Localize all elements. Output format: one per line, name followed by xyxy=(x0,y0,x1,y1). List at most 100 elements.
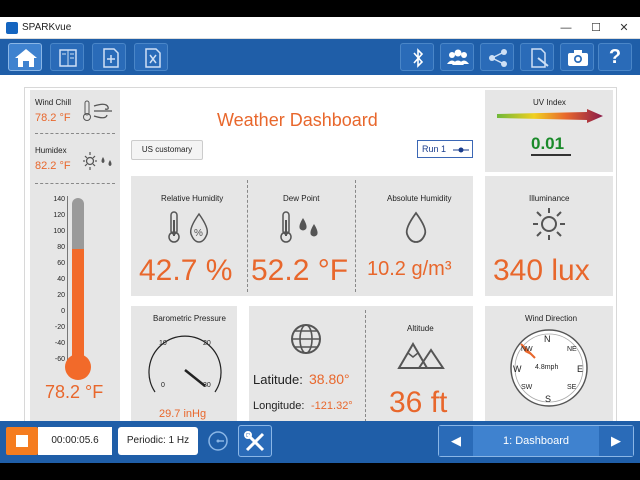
uv-value: 0.01 xyxy=(531,134,565,153)
elapsed-time: 00:00:05.6 xyxy=(38,427,112,455)
uv-underline xyxy=(531,154,571,156)
barometric-value: 29.7 inHg xyxy=(159,408,207,420)
humidex-icon xyxy=(83,152,112,170)
sampling-options-button[interactable] xyxy=(204,427,232,455)
altitude-value: 36 ft xyxy=(389,386,448,419)
run-selector[interactable]: Run 1 xyxy=(417,140,473,158)
app-window: SPARKvue — ☐ ✕ ? Wind Chill 78.2 °F Humi… xyxy=(0,17,640,463)
mountain-icon xyxy=(397,342,445,369)
add-page-icon xyxy=(103,48,119,68)
share-button[interactable] xyxy=(480,43,514,71)
wind-chill-label: Wind Chill xyxy=(35,98,72,107)
divider xyxy=(35,133,115,134)
title-bar: SPARKvue — ☐ ✕ xyxy=(0,17,640,39)
group-icon xyxy=(447,49,469,65)
divider xyxy=(365,310,366,422)
thermo-tick: 80 xyxy=(57,244,65,251)
dashboard-title: Weather Dashboard xyxy=(217,110,378,130)
dashboard-page: Wind Chill 78.2 °F Humidex 82.2 °F 140 1… xyxy=(24,87,617,428)
compass-nw: NW xyxy=(521,346,533,353)
compass-w: W xyxy=(513,364,522,374)
sampling-rate-button[interactable]: Periodic: 1 Hz xyxy=(118,427,198,455)
thermo-tick: 60 xyxy=(57,260,65,267)
thermo-tick: -60 xyxy=(54,356,65,363)
wind-direction-card: Wind Direction N NE E SE S SW W NW 4.8mp… xyxy=(485,306,613,426)
temperature-value: 78.2 °F xyxy=(45,382,104,402)
gauge-tick: 30 xyxy=(203,382,211,389)
tools-button[interactable] xyxy=(238,425,272,457)
window-title: SPARKvue xyxy=(22,22,72,33)
illuminance-label: Illuminance xyxy=(529,194,570,203)
humidex-label: Humidex xyxy=(35,146,67,155)
divider xyxy=(355,180,356,292)
main-toolbar: ? xyxy=(0,39,640,75)
gauge-tick: 20 xyxy=(203,340,211,347)
uv-card: UV Index 0.01 xyxy=(485,90,613,172)
longitude-label: Longitude: xyxy=(253,400,305,412)
compass-e: E xyxy=(577,364,584,374)
uv-label: UV Index xyxy=(533,98,566,107)
gauge-tick: 10 xyxy=(159,340,167,347)
bottom-bar: 00:00:05.6 Periodic: 1 Hz ◀ 1: Dashboard… xyxy=(0,421,640,463)
globe-icon xyxy=(291,324,321,354)
thermometer-bulb xyxy=(65,354,91,380)
thermometer-fill xyxy=(72,249,84,362)
gauge-needle xyxy=(184,369,206,387)
chevron-right-icon: ▶ xyxy=(611,433,621,448)
help-button[interactable]: ? xyxy=(598,43,632,71)
thermo-tick: 100 xyxy=(53,228,65,235)
previous-page-button[interactable]: ◀ xyxy=(439,426,473,456)
humidity-card: Relative Humidity % 42.7 % Dew Point 52.… xyxy=(131,176,473,296)
wind-chill-icon xyxy=(83,100,112,121)
thermo-tick: 40 xyxy=(57,276,65,283)
units-button[interactable]: US customary xyxy=(131,140,203,160)
thermo-tick: -40 xyxy=(54,340,65,347)
camera-button[interactable] xyxy=(560,43,594,71)
thermo-axis xyxy=(67,196,68,368)
gauge-tick: 0 xyxy=(161,382,165,389)
humidex-value: 82.2 °F xyxy=(35,160,71,172)
latitude-label: Latitude: xyxy=(253,372,303,387)
humidity-percent-icon: % xyxy=(168,211,209,243)
maximize-button[interactable]: ☐ xyxy=(584,19,608,37)
divider xyxy=(35,183,115,184)
water-drop-icon xyxy=(405,211,427,243)
minimize-button[interactable]: — xyxy=(554,19,578,37)
sun-icon xyxy=(533,208,565,240)
uv-scale-arrow xyxy=(497,109,603,123)
thermo-tick: 20 xyxy=(57,292,65,299)
next-page-button[interactable]: ▶ xyxy=(599,426,633,456)
app-icon xyxy=(6,22,18,34)
dew-point-icon xyxy=(280,211,318,243)
export-excel-button[interactable] xyxy=(134,43,168,71)
barometric-label: Barometric Pressure xyxy=(153,314,226,323)
altitude-label: Altitude xyxy=(407,324,434,333)
compass-se: SE xyxy=(567,384,577,391)
left-panel: Wind Chill 78.2 °F Humidex 82.2 °F 140 1… xyxy=(30,90,120,426)
share-icon xyxy=(489,49,507,67)
wind-chill-value: 78.2 °F xyxy=(35,112,71,124)
compass-ne: NE xyxy=(567,346,577,353)
illuminance-value: 340 lux xyxy=(493,254,590,287)
location-card: Latitude: 38.80° Longitude: -121.32° Alt… xyxy=(249,306,473,426)
journal-button[interactable] xyxy=(50,43,84,71)
stop-icon xyxy=(16,435,28,447)
bluetooth-icon xyxy=(413,48,424,68)
thermo-tick: -20 xyxy=(54,324,65,331)
home-button[interactable] xyxy=(8,43,42,71)
stop-button[interactable] xyxy=(6,427,38,455)
home-icon xyxy=(15,49,37,67)
longitude-value: -121.32° xyxy=(311,400,353,412)
chevron-left-icon: ◀ xyxy=(451,433,461,448)
page-navigator: ◀ 1: Dashboard ▶ xyxy=(438,425,634,457)
export-button[interactable] xyxy=(520,43,554,71)
close-button[interactable]: ✕ xyxy=(612,19,636,37)
thermo-tick: 0 xyxy=(61,308,65,315)
page-title[interactable]: 1: Dashboard xyxy=(473,426,599,456)
shared-session-button[interactable] xyxy=(440,43,474,71)
bluetooth-button[interactable] xyxy=(400,43,434,71)
add-page-button[interactable] xyxy=(92,43,126,71)
relative-humidity-label: Relative Humidity xyxy=(161,194,224,203)
wind-direction-label: Wind Direction xyxy=(525,314,578,323)
tools-icon xyxy=(244,431,265,452)
